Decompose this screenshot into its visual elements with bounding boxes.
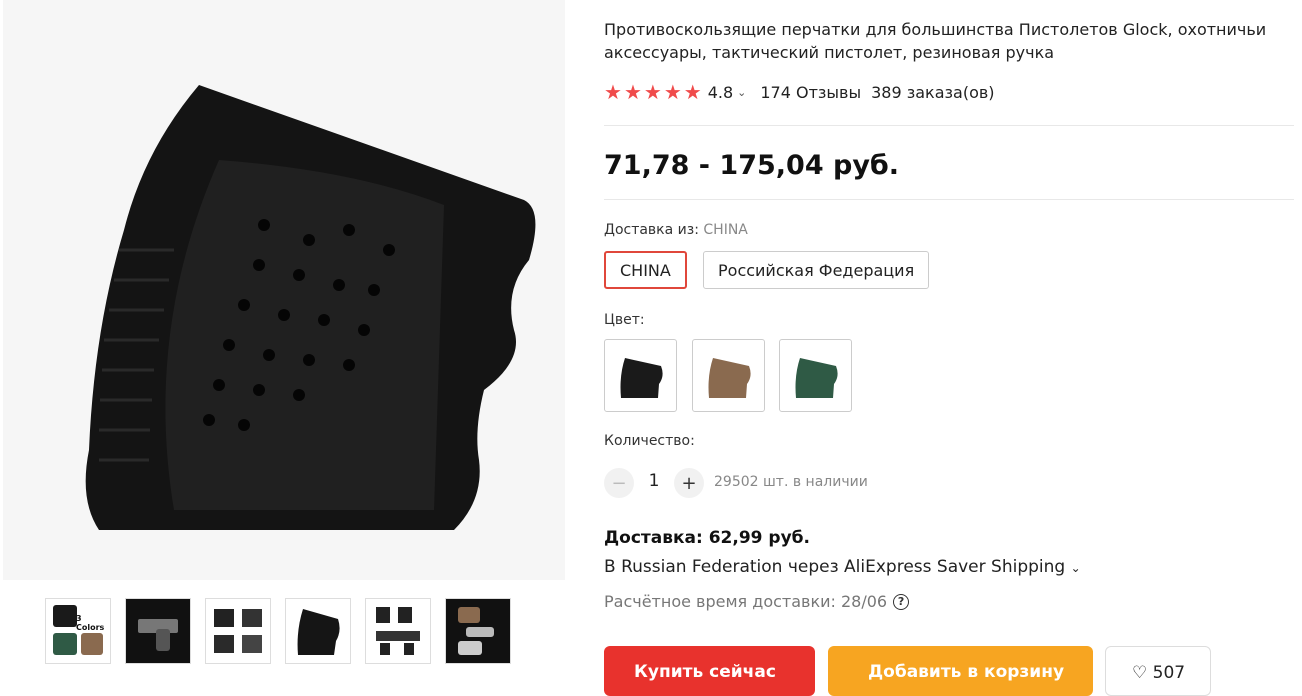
delivery-method-text: В Russian Federation через AliExpress Sa… (604, 557, 1066, 577)
help-icon[interactable]: ? (893, 593, 910, 610)
divider (604, 125, 1294, 126)
rating-row: ★ ★ ★ ★ ★ 4.8 ⌄ 174 Отзывы 389 заказа(ов… (604, 82, 995, 102)
delivery-method[interactable]: В Russian Federation через AliExpress Sa… (604, 557, 1081, 577)
buy-now-button[interactable]: Купить сейчас (604, 646, 815, 696)
star-icon: ★ (623, 80, 642, 104)
add-to-cart-button[interactable]: Добавить в корзину (828, 646, 1093, 696)
orders-count: 389 заказа(ов) (871, 82, 995, 102)
delivery-eta-text: Расчётное время доставки: 28/06 (604, 592, 888, 611)
ship-from-label: Доставка из: (604, 222, 699, 238)
color-label: Цвет: (604, 312, 645, 328)
star-icon: ★ (683, 80, 702, 104)
product-gallery: 3 Colors (0, 0, 565, 670)
divider (604, 199, 1294, 200)
product-title-line-2: аксессуары, тактический пистолет, резино… (604, 43, 1055, 62)
delivery-cost: Доставка: 62,99 руб. (604, 528, 810, 548)
color-swatch-green[interactable] (779, 339, 852, 412)
quantity-label: Количество: (604, 433, 695, 449)
thumbnail-1[interactable]: 3 Colors (45, 598, 111, 664)
product-title-line-1: Противоскользящие перчатки для большинст… (604, 20, 1267, 39)
quantity-value[interactable]: 1 (642, 471, 666, 491)
ship-from: Доставка из: CHINA (604, 222, 748, 238)
color-swatch-black[interactable] (604, 339, 677, 412)
thumbnail-strip: 3 Colors (45, 598, 511, 664)
thumb-label: 3 Colors (76, 614, 105, 632)
thumbnail-4[interactable] (285, 598, 351, 664)
product-title: Противоскользящие перчатки для большинст… (604, 18, 1294, 64)
grip-glove-image (85, 85, 536, 530)
reviews-link[interactable]: 174 Отзывы (760, 83, 861, 102)
star-icon: ★ (604, 80, 622, 104)
product-price: 71,78 - 175,04 руб. (604, 150, 900, 181)
star-icon: ★ (663, 80, 682, 104)
quantity-increase-button[interactable]: + (674, 468, 704, 498)
wishlist-button[interactable]: ♡ 507 (1105, 646, 1211, 696)
stock-count: 29502 шт. в наличии (714, 474, 868, 490)
rating-value[interactable]: 4.8 (708, 83, 733, 102)
main-product-image[interactable] (3, 0, 565, 580)
star-icon: ★ (643, 80, 662, 104)
ship-from-value: CHINA (703, 222, 748, 238)
chevron-down-icon[interactable]: ⌄ (1071, 561, 1081, 575)
delivery-eta: Расчётное время доставки: 28/06 ? (604, 592, 910, 611)
color-swatch-brown[interactable] (692, 339, 765, 412)
thumbnail-5[interactable] (365, 598, 431, 664)
ship-option-russia[interactable]: Российская Федерация (703, 251, 930, 289)
ship-option-china[interactable]: CHINA (604, 251, 687, 289)
thumbnail-3[interactable] (205, 598, 271, 664)
chevron-down-icon[interactable]: ⌄ (737, 86, 746, 99)
quantity-decrease-button[interactable]: − (604, 468, 634, 498)
rating-stars: ★ ★ ★ ★ ★ (604, 82, 702, 102)
thumbnail-6[interactable] (445, 598, 511, 664)
thumbnail-2[interactable] (125, 598, 191, 664)
